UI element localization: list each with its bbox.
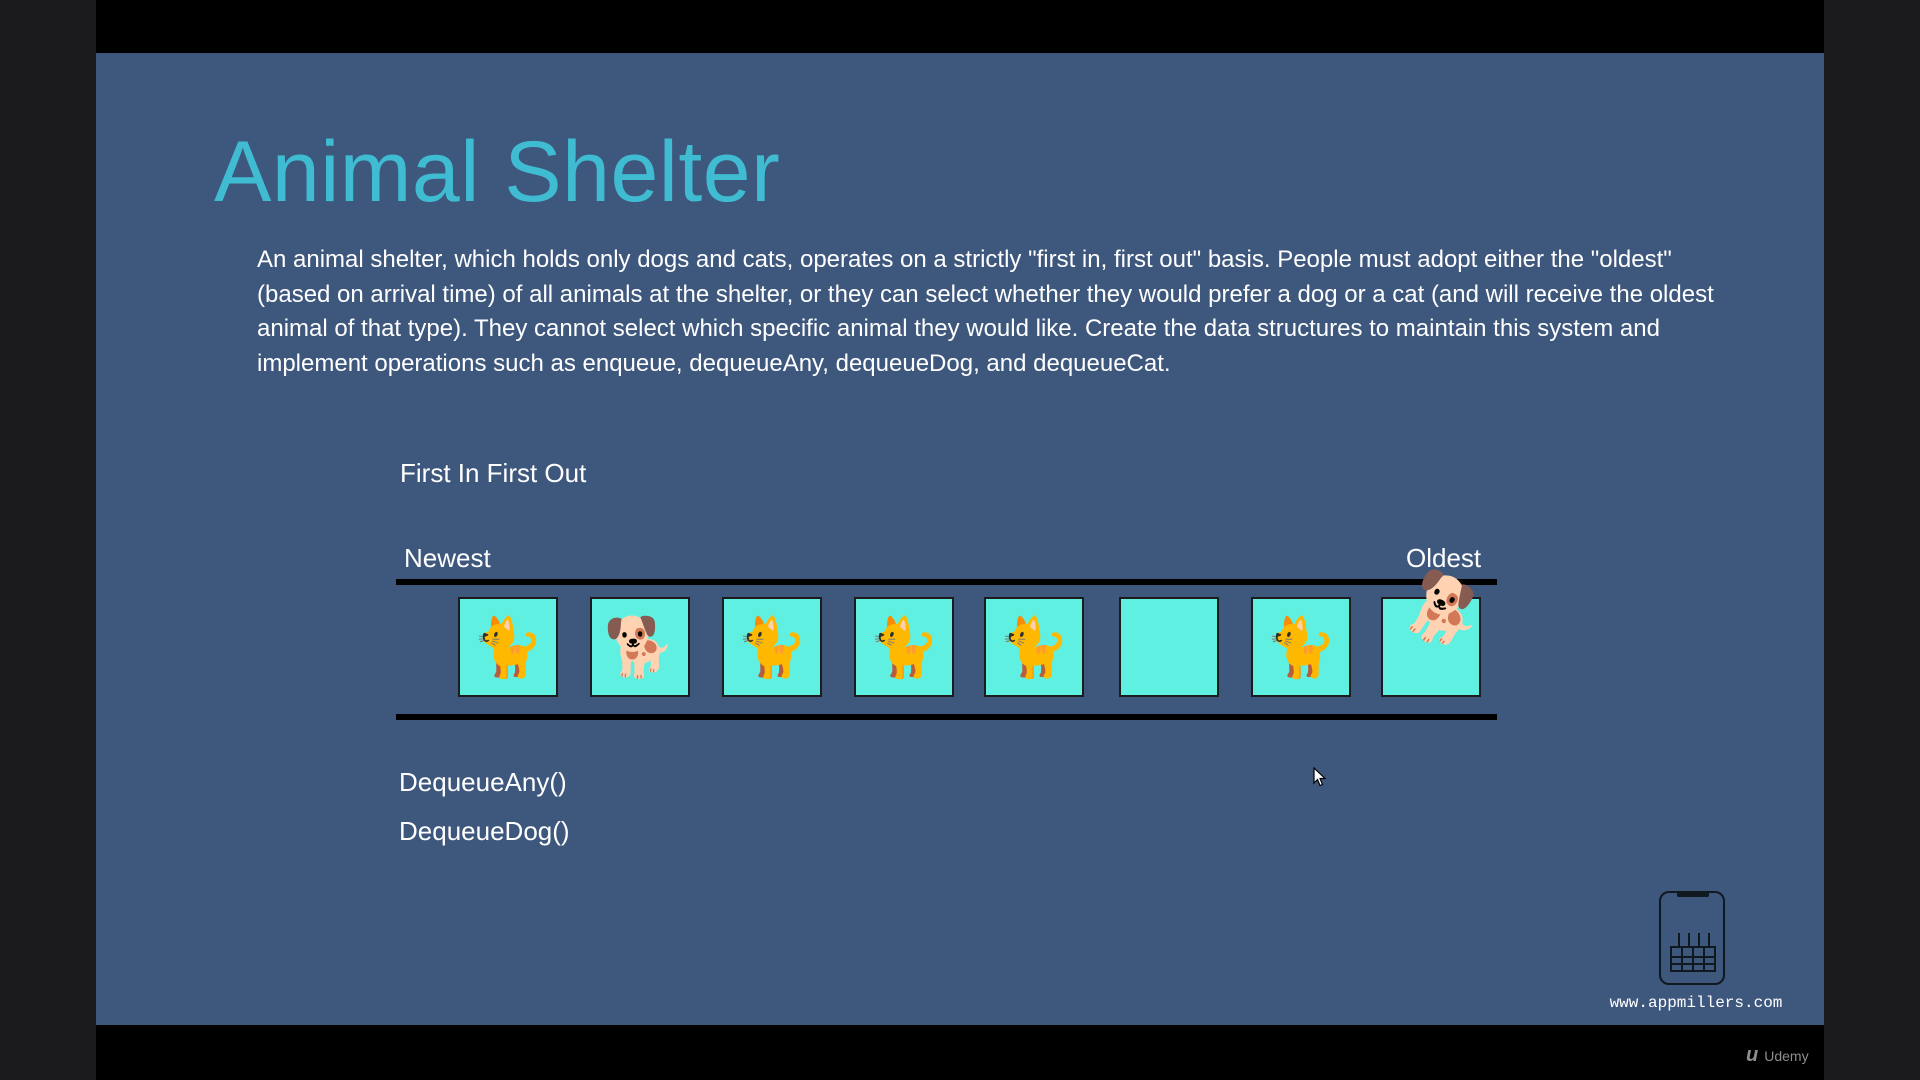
queue-top-rail [396, 579, 1497, 585]
udemy-watermark: u Udemy [1746, 1044, 1809, 1067]
newest-label: Newest [404, 543, 491, 573]
queue-cell-empty [1119, 597, 1219, 697]
fifo-label: First In First Out [400, 458, 587, 488]
cat-icon: 🐈 [867, 613, 941, 681]
presentation-slide: Animal Shelter An animal shelter, which … [96, 53, 1824, 1025]
cat-icon: 🐈 [471, 613, 545, 681]
cat-icon: 🐈 [1264, 613, 1338, 681]
top-letterbox [96, 0, 1824, 53]
bottom-letterbox [96, 1025, 1824, 1080]
queue-cell: 🐈 [854, 597, 954, 697]
operation-dequeue-any: DequeueAny() [399, 767, 567, 797]
queue-cell: 🐈 [1251, 597, 1351, 697]
right-border [1824, 0, 1920, 1080]
queue-cell: 🐈 [984, 597, 1084, 697]
left-border [0, 0, 96, 1080]
queue-cell: 🐕 [590, 597, 690, 697]
factory-icon [1670, 933, 1716, 972]
udemy-watermark-text: Udemy [1764, 1047, 1809, 1064]
slide-title: Animal Shelter [214, 124, 781, 220]
udemy-logo-icon: u [1746, 1044, 1759, 1066]
queue-cell: 🐈 [722, 597, 822, 697]
website-url: www.appmillers.com [1609, 994, 1783, 1012]
queue-bottom-rail [396, 714, 1497, 720]
appmillers-logo [1659, 891, 1725, 985]
cat-icon: 🐈 [735, 613, 809, 681]
cat-icon: 🐈 [997, 613, 1071, 681]
dog-icon: 🐕 [603, 613, 677, 681]
problem-description: An animal shelter, which holds only dogs… [257, 246, 1714, 377]
operation-dequeue-dog: DequeueDog() [399, 816, 570, 846]
queue-cell: 🐈 [458, 597, 558, 697]
mouse-cursor-icon [1313, 767, 1327, 787]
